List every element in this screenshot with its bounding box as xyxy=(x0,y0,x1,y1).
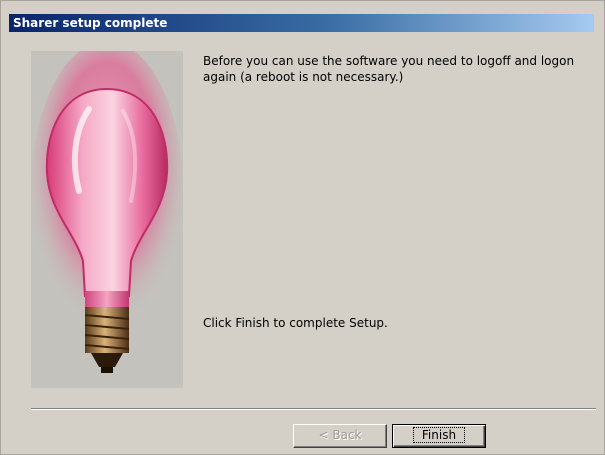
button-area-separator xyxy=(31,408,596,410)
dialog-title-bar: Sharer setup complete xyxy=(9,14,594,32)
finish-button-label: Finish xyxy=(412,427,466,443)
lightbulb-icon xyxy=(31,51,183,373)
wizard-side-image xyxy=(31,51,183,388)
finish-button[interactable]: Finish xyxy=(392,424,486,448)
setup-wizard-dialog: Sharer setup complete Before you can use… xyxy=(0,0,605,455)
back-button[interactable]: < Back xyxy=(293,424,387,448)
finish-instruction-text: Click Finish to complete Setup. xyxy=(203,316,388,330)
logoff-instruction-text: Before you can use the software you need… xyxy=(203,54,575,84)
dialog-title: Sharer setup complete xyxy=(13,16,168,30)
back-button-label: < Back xyxy=(318,428,362,442)
